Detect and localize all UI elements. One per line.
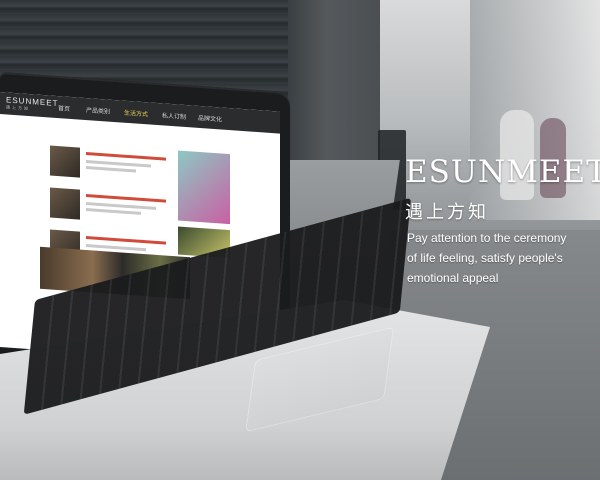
nav-item-custom: 私人订制 bbox=[162, 113, 187, 122]
nav-item-home: 首页 bbox=[58, 106, 71, 113]
article-text-line bbox=[86, 166, 136, 173]
nav-item-products: 产品类别 bbox=[86, 108, 111, 116]
brand-title: ESUNMEET bbox=[405, 154, 600, 190]
photo-scene: ESUNMEET 遇上方知 首页 产品类别 生活方式 私人订制 品牌文化 ESU… bbox=[0, 0, 600, 480]
nav-item-brand: 品牌文化 bbox=[198, 115, 223, 124]
article-title-line bbox=[86, 194, 166, 203]
tagline-line: emotional appeal bbox=[407, 271, 499, 285]
article-text-line bbox=[86, 208, 141, 215]
site-logo: ESUNMEET 遇上方知 bbox=[6, 95, 58, 114]
brand-tagline: Pay attention to the ceremony of life fe… bbox=[407, 228, 597, 288]
brand-subtitle: 遇上方知 bbox=[405, 202, 489, 223]
article-thumb bbox=[50, 145, 80, 178]
article-title-line bbox=[86, 152, 166, 161]
article-thumb bbox=[50, 187, 80, 220]
nav-item-lifestyle: 生活方式 bbox=[124, 110, 149, 119]
article-title-line bbox=[86, 236, 166, 245]
tagline-line: of life feeling, satisfy people's bbox=[407, 251, 563, 265]
tagline-line: Pay attention to the ceremony bbox=[407, 231, 567, 245]
brand-wordmark: ESUNMEET 遇上方知 bbox=[405, 154, 600, 224]
